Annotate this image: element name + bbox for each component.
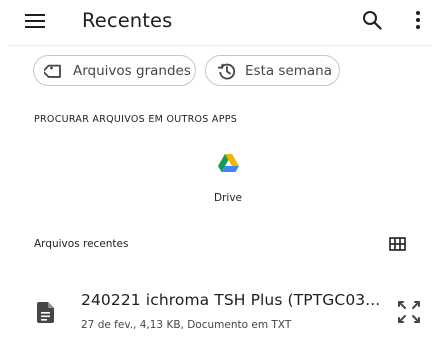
top-app-bar: Recentes [0, 0, 432, 44]
more-vert-icon[interactable] [412, 9, 424, 31]
grid-view-icon[interactable] [389, 236, 406, 251]
chip-large-files[interactable]: Arquivos grandes [33, 55, 196, 86]
google-drive-icon [218, 154, 239, 172]
chip-label: Arquivos grandes [73, 62, 191, 79]
expand-icon[interactable] [396, 299, 422, 325]
app-bar-divider [8, 45, 432, 46]
search-icon[interactable] [361, 9, 383, 31]
history-icon [217, 63, 236, 79]
chip-this-week[interactable]: Esta semana [205, 55, 340, 86]
page-title: Recentes [82, 9, 173, 32]
recent-files-title: Arquivos recentes [34, 238, 129, 250]
menu-icon[interactable] [24, 11, 46, 31]
drive-label: Drive [214, 192, 242, 204]
document-icon [37, 302, 54, 323]
file-row[interactable]: 240221 ichroma TSH Plus (TPTGC03... 27 d… [0, 282, 432, 341]
label-tag-icon [44, 64, 61, 78]
file-name: 240221 ichroma TSH Plus (TPTGC03... [81, 291, 381, 309]
chip-label: Esta semana [245, 62, 333, 79]
other-apps-header: PROCURAR ARQUIVOS EM OUTROS APPS [34, 114, 238, 125]
file-meta: 27 de fev., 4,13 KB, Documento em TXT [81, 319, 292, 331]
drive-app-button[interactable]: Drive [196, 150, 260, 210]
